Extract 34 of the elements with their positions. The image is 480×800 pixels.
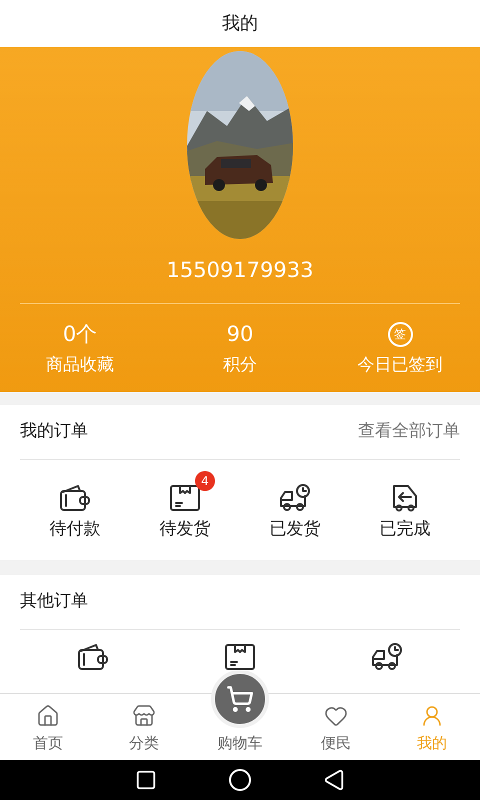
section-title: 其他订单 bbox=[20, 590, 88, 614]
nav-tab[interactable]: 分类 bbox=[96, 694, 192, 760]
back-button[interactable] bbox=[322, 769, 345, 791]
stat-label: 今日已签到 bbox=[358, 354, 442, 376]
order-type-button[interactable] bbox=[222, 642, 257, 672]
order-type-button[interactable] bbox=[370, 642, 404, 672]
stat-label: 积分 bbox=[223, 354, 257, 376]
cart-tab[interactable]: 购物车 bbox=[218, 732, 262, 754]
truck-clock-icon bbox=[370, 642, 404, 672]
box-icon bbox=[222, 642, 257, 672]
wallet-icon bbox=[58, 483, 92, 513]
stat-label: 商品收藏 bbox=[46, 354, 114, 376]
page-title: 我的 bbox=[222, 12, 258, 36]
stat-value: 90 bbox=[226, 320, 254, 348]
view-all-orders-link[interactable]: 查看全部订单 bbox=[358, 419, 460, 445]
truck-clock-icon bbox=[278, 483, 312, 513]
wallet-icon bbox=[76, 642, 110, 672]
stat-value: 0个 bbox=[62, 320, 98, 348]
section-title: 我的订单 bbox=[20, 420, 88, 444]
order-type-button[interactable] bbox=[76, 642, 110, 672]
nav-tab[interactable]: 便民 bbox=[288, 694, 384, 760]
home-icon bbox=[36, 704, 60, 728]
box-icon bbox=[168, 483, 202, 513]
order-status-button[interactable]: 待付款 bbox=[50, 483, 100, 542]
sign-in-seal: 签 bbox=[388, 322, 412, 346]
cart-icon bbox=[226, 685, 254, 713]
store-icon bbox=[132, 704, 156, 728]
recents-button[interactable] bbox=[135, 769, 158, 791]
phone-number: 15509179933 bbox=[166, 257, 314, 284]
order-status-button[interactable]: 已发货 bbox=[270, 483, 320, 542]
nav-tab[interactable]: 首页 bbox=[0, 694, 96, 760]
home-button[interactable] bbox=[228, 768, 252, 792]
count-badge: 4 bbox=[195, 471, 215, 491]
order-status-button[interactable]: 已完成 bbox=[380, 483, 430, 542]
